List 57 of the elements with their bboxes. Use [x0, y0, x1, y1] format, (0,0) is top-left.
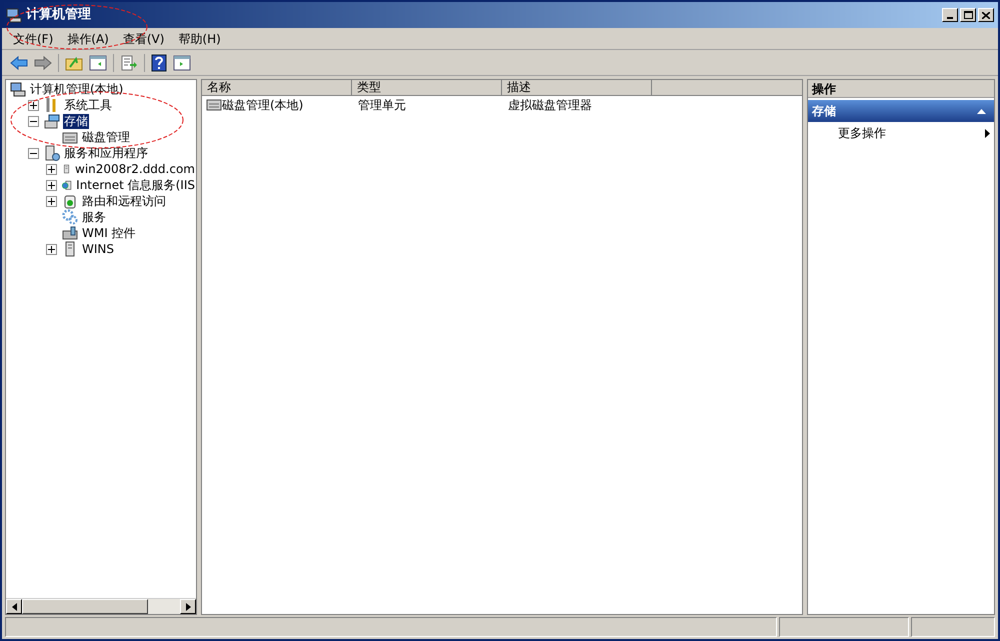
- scroll-thumb[interactable]: [22, 599, 148, 614]
- help-icon[interactable]: [151, 54, 167, 72]
- tree-item[interactable]: 服务: [81, 210, 107, 224]
- close-button[interactable]: [978, 8, 994, 22]
- table-cell-text: 管理单元: [358, 96, 406, 114]
- tree-item[interactable]: Internet 信息服务(IIS: [75, 178, 196, 192]
- export-list-icon[interactable]: [120, 54, 138, 70]
- tree-item[interactable]: 服务和应用程序: [63, 146, 149, 160]
- menu-item[interactable]: 操作(A): [60, 28, 116, 48]
- tree-item[interactable]: win2008r2.ddd.com: [74, 162, 196, 176]
- tree-item[interactable]: 计算机管理(本地): [29, 82, 124, 96]
- expand-icon[interactable]: [46, 164, 57, 174]
- forward-arrow-icon[interactable]: [34, 54, 52, 70]
- panel-icon[interactable]: [89, 54, 107, 72]
- column-header[interactable]: 类型: [352, 80, 502, 96]
- storage-icon: [44, 113, 60, 129]
- close-icon: [982, 12, 990, 18]
- collapse-caret-icon[interactable]: [977, 108, 986, 114]
- section-title: 存储: [812, 103, 836, 120]
- computer-icon: [10, 81, 26, 97]
- minimize-button[interactable]: [942, 8, 958, 22]
- maximize-button[interactable]: [960, 8, 976, 22]
- menu-item[interactable]: 文件(F): [6, 28, 60, 48]
- column-header[interactable]: 名称: [202, 80, 352, 96]
- section-header[interactable]: 存储: [808, 100, 994, 122]
- router-icon: [62, 193, 78, 209]
- tree-item[interactable]: 存储: [63, 114, 89, 128]
- action-item[interactable]: 更多操作: [808, 122, 994, 144]
- pane-header: 操作: [808, 80, 994, 98]
- computer-icon: [6, 7, 22, 23]
- table-cell[interactable]: 磁盘管理(本地): [222, 96, 304, 114]
- expand-icon[interactable]: [46, 244, 57, 254]
- menu-item[interactable]: 查看(V): [116, 28, 172, 48]
- column-header[interactable]: 描述: [502, 80, 652, 96]
- gears-icon: [62, 209, 78, 225]
- scroll-left-icon[interactable]: [12, 602, 16, 610]
- scroll-right-icon[interactable]: [186, 602, 190, 610]
- device-icon: [62, 225, 78, 241]
- window-title: 计算机管理: [26, 6, 91, 24]
- expand-icon[interactable]: [46, 180, 57, 190]
- tree-item[interactable]: 系统工具: [63, 98, 113, 112]
- expand-icon[interactable]: [46, 196, 57, 206]
- menu-item[interactable]: 帮助(H): [171, 28, 228, 48]
- tree-item[interactable]: WMI 控件: [81, 226, 137, 240]
- back-arrow-icon[interactable]: [10, 54, 28, 70]
- expand-icon[interactable]: [28, 100, 39, 110]
- table-cell-text: 虚拟磁盘管理器: [508, 96, 592, 114]
- horizontal-scrollbar[interactable]: [6, 598, 196, 614]
- collapse-icon[interactable]: [28, 148, 39, 158]
- tree-item[interactable]: 磁盘管理: [81, 130, 131, 144]
- tree-item[interactable]: WINS: [81, 242, 115, 256]
- panel-icon[interactable]: [173, 54, 191, 72]
- tree-item[interactable]: 路由和远程访问: [81, 194, 167, 208]
- submenu-arrow-icon: [985, 128, 990, 138]
- server-gear-icon: [44, 145, 60, 161]
- collapse-icon[interactable]: [28, 116, 39, 126]
- disk-drive-icon: [206, 98, 222, 112]
